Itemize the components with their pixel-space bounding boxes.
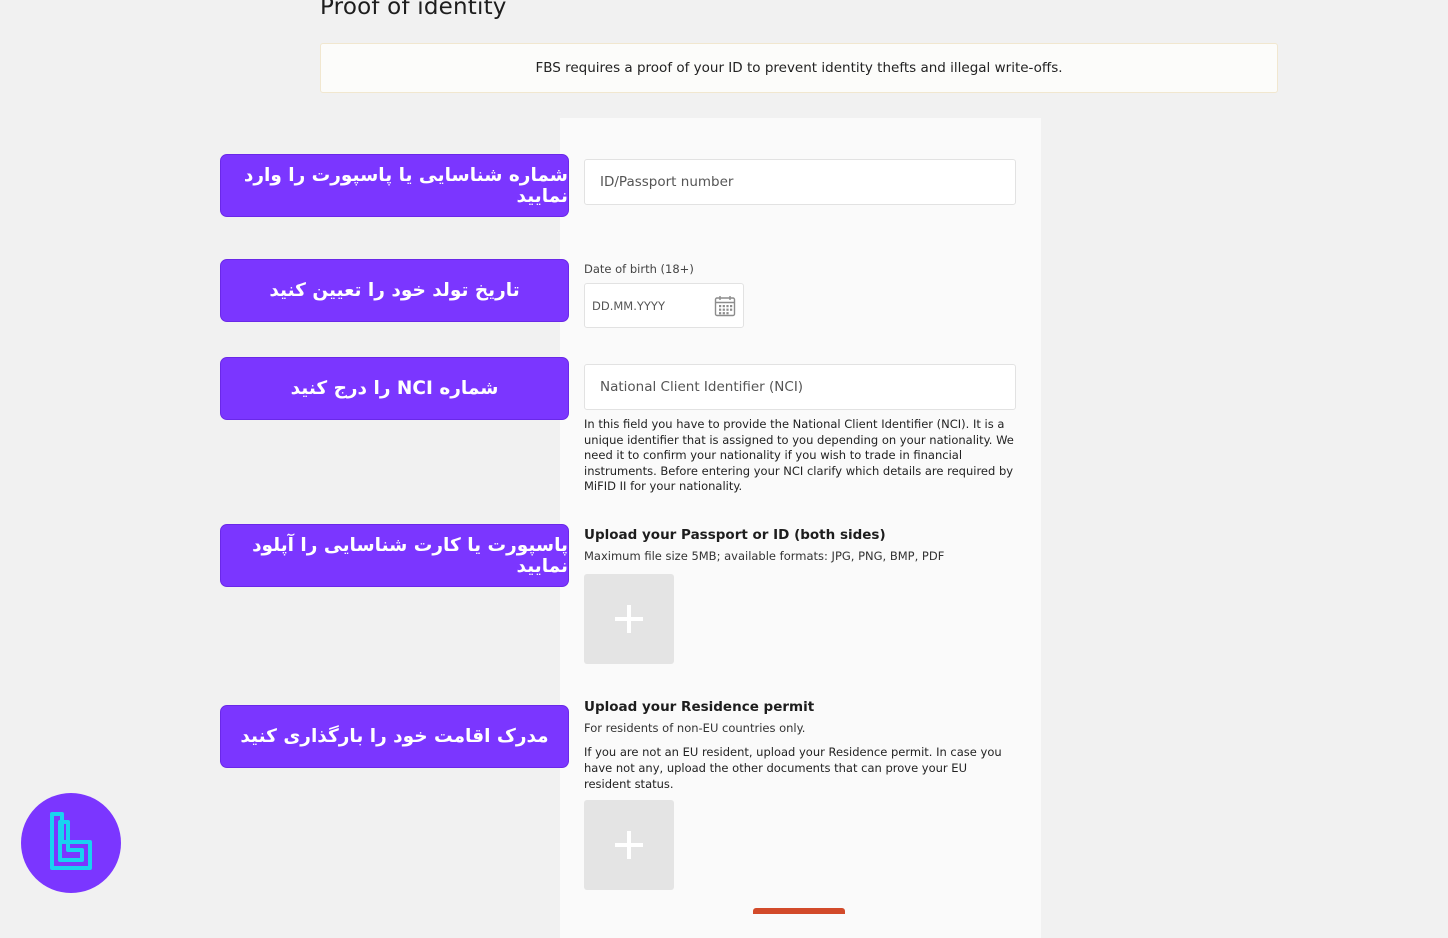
page-title: Proof of identity	[320, 0, 507, 20]
id-passport-input[interactable]	[584, 159, 1016, 205]
plus-icon	[615, 605, 643, 633]
callout-birth-date: تاریخ تولد خود را تعیین کنید	[220, 259, 569, 322]
info-notice: FBS requires a proof of your ID to preve…	[320, 43, 1278, 93]
callout-residence-upload: مدرک اقامت خود را بارگذاری کنید	[220, 705, 569, 768]
logo-mark-icon	[50, 812, 92, 870]
calendar-icon[interactable]	[714, 295, 736, 317]
residence-upload-subtitle: For residents of non-EU countries only.	[584, 721, 806, 735]
submit-button[interactable]	[753, 908, 845, 914]
passport-upload-title: Upload your Passport or ID (both sides)	[584, 527, 886, 543]
callout-id-number: شماره شناسایی یا پاسپورت را وارد نمایید	[220, 154, 569, 217]
nci-input[interactable]	[584, 364, 1016, 410]
dob-label: Date of birth (18+)	[584, 262, 694, 276]
dob-field[interactable]	[584, 283, 744, 328]
residence-upload-description: If you are not an EU resident, upload yo…	[584, 745, 1002, 791]
passport-upload-subtitle: Maximum file size 5MB; available formats…	[584, 549, 945, 563]
passport-upload-button[interactable]	[584, 574, 674, 664]
dob-input[interactable]	[585, 284, 705, 327]
callout-nci: شماره NCI را درج کنید	[220, 357, 569, 420]
notice-text: FBS requires a proof of your ID to preve…	[535, 60, 1063, 76]
nci-help-text: In this field you have to provide the Na…	[584, 417, 1014, 493]
residence-upload-title: Upload your Residence permit	[584, 699, 815, 715]
tradingfinder-logo	[21, 793, 121, 893]
callout-passport-upload: پاسپورت یا کارت شناسایی را آپلود نمایید	[220, 524, 569, 587]
residence-upload-button[interactable]	[584, 800, 674, 890]
plus-icon	[615, 831, 643, 859]
